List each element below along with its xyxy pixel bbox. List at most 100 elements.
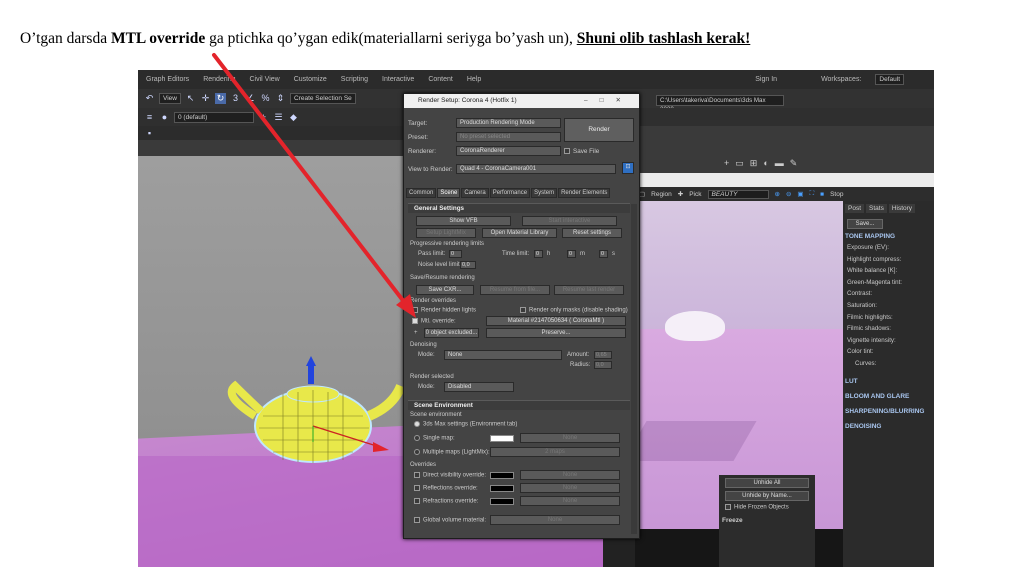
single-map-radio-icon[interactable] [414,435,420,441]
direct-visibility-button[interactable]: None [520,470,620,480]
dialog-scrollbar[interactable] [631,204,637,534]
direct-visibility-check-icon[interactable] [414,472,420,478]
display-icon[interactable]: ▬ [775,158,784,169]
unhide-by-name-button[interactable]: Unhide by Name... [725,491,809,501]
single-map-button[interactable]: None [520,433,620,443]
layer-manager-icon[interactable]: ≡ [144,112,155,123]
undo-icon[interactable]: ↶ [144,93,155,104]
hide-frozen-check-icon[interactable] [725,504,731,510]
percent-snap-icon[interactable]: % [260,93,271,104]
bloom-header[interactable]: BLOOM AND GLARE [845,393,932,400]
reflections-swatch[interactable] [490,485,514,492]
menu-scripting[interactable]: Scripting [341,76,368,83]
global-volume-checkbox[interactable]: Global volume material: [414,517,486,524]
scene-environment-rollout[interactable]: Scene Environment [408,400,630,410]
time-s-spinner[interactable]: 0 [599,250,608,258]
menu-civil-view[interactable]: Civil View [250,76,280,83]
mtl-override-material-button[interactable]: Material #2147050634 ( CoronaMtl ) [486,316,626,326]
object-excluded-button[interactable]: 0 object excluded... [424,328,479,338]
multiple-maps-button[interactable]: 2 maps [490,447,620,457]
render-selected-dropdown[interactable]: Disabled [444,382,514,392]
max-settings-radio-icon[interactable] [414,421,420,427]
save-file-check-icon[interactable] [564,148,570,155]
tab-camera[interactable]: Camera [461,188,489,198]
window-controls-icon[interactable]: –□✕ [584,94,633,108]
render-only-masks-checkbox[interactable]: Render only masks (disable shading) [520,307,628,314]
preset-dropdown[interactable]: No preset selected [456,132,561,142]
tab-post[interactable]: Post [845,204,865,213]
denoise-mode-dropdown[interactable]: None [444,350,562,360]
channel-dropdown[interactable]: BEAUTY [707,189,769,199]
direct-visibility-swatch[interactable] [490,472,514,479]
selection-set-dropdown[interactable]: Create Selection Se [289,93,356,104]
motion-icon[interactable]: ◐ [763,158,768,169]
ribbon-toggle-icon[interactable]: ▪ [144,128,155,139]
multiple-maps-radio-icon[interactable] [414,449,420,455]
hierarchy-icon[interactable]: ⊞ [750,158,758,169]
reflections-button[interactable]: None [520,483,620,493]
save-file-checkbox[interactable]: Save File [564,148,599,155]
pick-button[interactable]: Pick [689,191,701,198]
layer-dropdown[interactable]: 0 (default) [174,111,254,123]
utilities-icon[interactable]: ✎ [790,158,798,169]
render-hidden-check-icon[interactable] [412,307,418,313]
reflections-check-icon[interactable] [414,485,420,491]
layer-eye-icon[interactable]: ● [159,112,170,123]
select-icon[interactable]: ↖ [185,93,196,104]
rotate-icon[interactable]: ↻ [214,93,226,104]
preserve-button[interactable]: Preserve... [486,328,626,338]
layer-stack-icon[interactable]: ☰ [273,112,284,123]
zoom-out-icon[interactable]: ⊖ [786,190,791,198]
sign-in[interactable]: Sign In [755,76,777,83]
tab-common[interactable]: Common [406,188,437,198]
start-interactive-button[interactable]: Start interactive [522,216,617,226]
menu-graph-editors[interactable]: Graph Editors [146,76,189,83]
layer-select-icon[interactable]: ◆ [288,112,299,123]
tab-history[interactable]: History [888,204,916,213]
menu-help[interactable]: Help [467,76,481,83]
reflections-checkbox[interactable]: Reflections override: [414,485,478,492]
menu-interactive[interactable]: Interactive [382,76,414,83]
target-dropdown[interactable]: Production Rendering Mode [456,118,561,128]
region-button[interactable]: Region [651,191,672,198]
render-hidden-checkbox[interactable]: Render hidden lights [412,307,476,314]
tab-system[interactable]: System [531,188,558,198]
time-m-spinner[interactable]: 0 [567,250,576,258]
denoise-amount-spinner[interactable]: 0,65 [594,351,612,359]
angle-snap-icon[interactable]: ∠ [245,93,256,104]
global-volume-button[interactable]: None [490,515,620,525]
spinner-snap-icon[interactable]: ⇕ [275,93,286,104]
resume-last-button[interactable]: Resume last render [554,285,624,295]
denoise-radius-spinner[interactable]: 0,0 [594,361,612,369]
fullscreen-icon[interactable]: ⛶ [810,190,815,198]
renderer-dropdown[interactable]: CoronaRenderer [456,146,561,156]
refractions-button[interactable]: None [520,496,620,506]
layer-add-icon[interactable]: + [258,112,269,123]
time-h-spinner[interactable]: 0 [534,250,543,258]
menu-customize[interactable]: Customize [294,76,327,83]
tone-mapping-header[interactable]: TONE MAPPING [845,233,932,240]
noise-limit-spinner[interactable]: 0,0 [460,261,476,269]
render-button[interactable]: Render [564,118,634,142]
single-map-color-swatch[interactable] [490,435,514,442]
global-volume-check-icon[interactable] [414,517,420,523]
tab-performance[interactable]: Performance [489,188,531,198]
workspace-dropdown[interactable]: Default [875,74,905,85]
view-to-render-dropdown[interactable]: Quad 4 - CoronaCamera001 [456,164,616,174]
snap-icon[interactable]: 3 [230,93,241,104]
project-path[interactable]: C:\Users\takeriva\Documents\3ds Max 2020 [656,95,784,113]
pick-icon[interactable]: ✚ [678,190,683,198]
modify-icon[interactable]: ▭ [735,158,744,169]
create-icon[interactable]: + [724,158,729,169]
menu-content[interactable]: Content [428,76,453,83]
reset-settings-button[interactable]: Reset settings [562,228,622,238]
general-settings-rollout[interactable]: General Settings [408,203,630,213]
max-settings-radio[interactable]: 3ds Max settings (Environment tab) [414,421,517,428]
render-only-masks-check-icon[interactable] [520,307,526,313]
unhide-all-button[interactable]: Unhide All [725,478,809,488]
exclude-expand-icon[interactable]: + [414,330,418,336]
zoom-in-icon[interactable]: ⊕ [775,190,780,198]
pass-limit-spinner[interactable]: 0 [449,250,462,258]
mtl-override-check-icon[interactable] [412,318,418,324]
lock-view-icon[interactable]: ⊡ [622,162,634,174]
